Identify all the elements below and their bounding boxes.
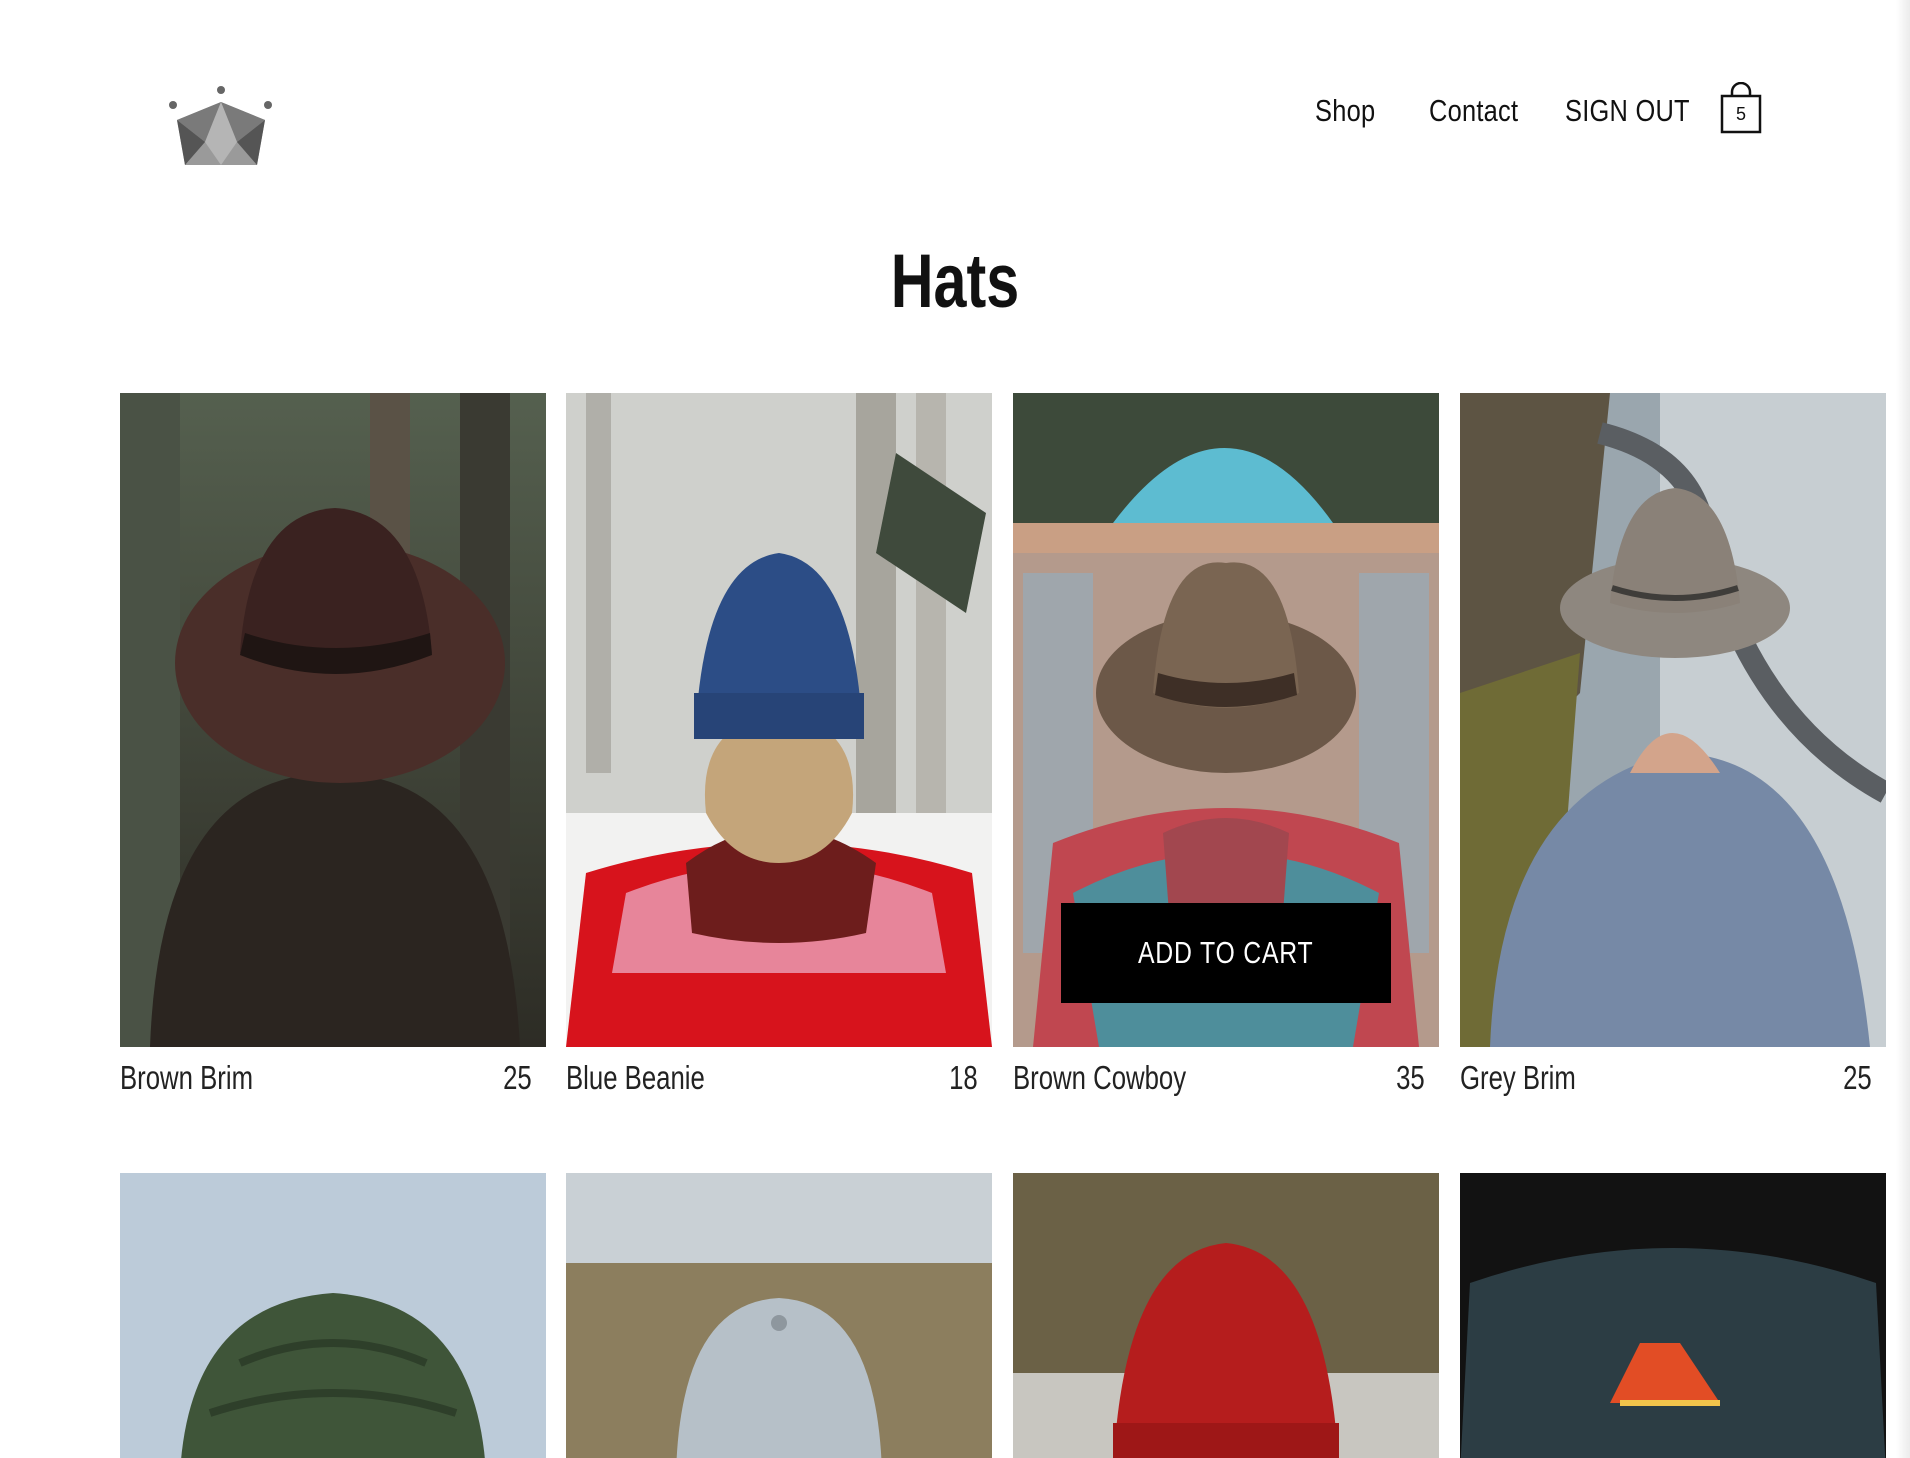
product-card[interactable]: Grey Brim 25: [1460, 393, 1886, 1096]
window-edge-shadow: [1896, 0, 1910, 1458]
nav-sign-out-label[interactable]: SIGN OUT: [1565, 93, 1690, 129]
product-image-grey-brim[interactable]: [1460, 393, 1886, 1047]
product-image-blue-beanie[interactable]: [566, 393, 992, 1047]
product-name: Grey Brim: [1460, 1059, 1576, 1096]
product-image-wolf-cap[interactable]: [1460, 1173, 1886, 1458]
product-name: Brown Cowboy: [1013, 1059, 1187, 1096]
product-name: Blue Beanie: [566, 1059, 705, 1096]
product-meta: Brown Cowboy 35: [1013, 1059, 1439, 1103]
crown-logo-icon: [169, 86, 272, 165]
app-frame: Shop Contact SIGN OUT 5 Hats Brown Brim …: [0, 0, 1910, 1458]
cart-count: 5: [1735, 104, 1746, 124]
product-name: Brown Brim: [120, 1059, 254, 1096]
page-title: Hats: [890, 239, 1020, 324]
nav-sign-out[interactable]: SIGN OUT: [1565, 86, 1717, 136]
product-card[interactable]: [1460, 1173, 1886, 1458]
product-meta: Brown Brim 25: [120, 1059, 546, 1103]
product-card[interactable]: [1013, 1173, 1439, 1458]
product-meta: Grey Brim 25: [1460, 1059, 1886, 1103]
product-card[interactable]: ADD TO CART Brown Cowboy 35: [1013, 393, 1439, 1096]
add-to-cart-label: ADD TO CART: [1138, 935, 1314, 970]
nav-contact-label[interactable]: Contact: [1429, 93, 1518, 129]
product-image-green-beanie[interactable]: [120, 1173, 546, 1458]
nav-shop[interactable]: Shop: [1315, 86, 1389, 136]
product-price: 25: [1843, 1059, 1872, 1096]
add-to-cart-button[interactable]: ADD TO CART: [1061, 903, 1391, 1003]
product-price: 35: [1396, 1059, 1425, 1096]
product-meta: Blue Beanie 18: [566, 1059, 992, 1103]
product-image-red-beanie[interactable]: [1013, 1173, 1439, 1458]
product-card[interactable]: Brown Brim 25: [120, 393, 546, 1096]
product-image-brown-cowboy[interactable]: ADD TO CART: [1013, 393, 1439, 1047]
product-price: 18: [949, 1059, 978, 1096]
crown-logo-link[interactable]: [165, 82, 275, 172]
product-card[interactable]: Blue Beanie 18: [566, 393, 992, 1096]
product-card[interactable]: [566, 1173, 992, 1458]
product-price: 25: [503, 1059, 532, 1096]
product-card[interactable]: [120, 1173, 546, 1458]
nav-shop-label[interactable]: Shop: [1315, 93, 1375, 129]
cart-button[interactable]: 5: [1718, 81, 1764, 134]
product-image-brown-brim[interactable]: [120, 393, 546, 1047]
nav-contact[interactable]: Contact: [1429, 86, 1538, 136]
product-image-grey-cap[interactable]: [566, 1173, 992, 1458]
